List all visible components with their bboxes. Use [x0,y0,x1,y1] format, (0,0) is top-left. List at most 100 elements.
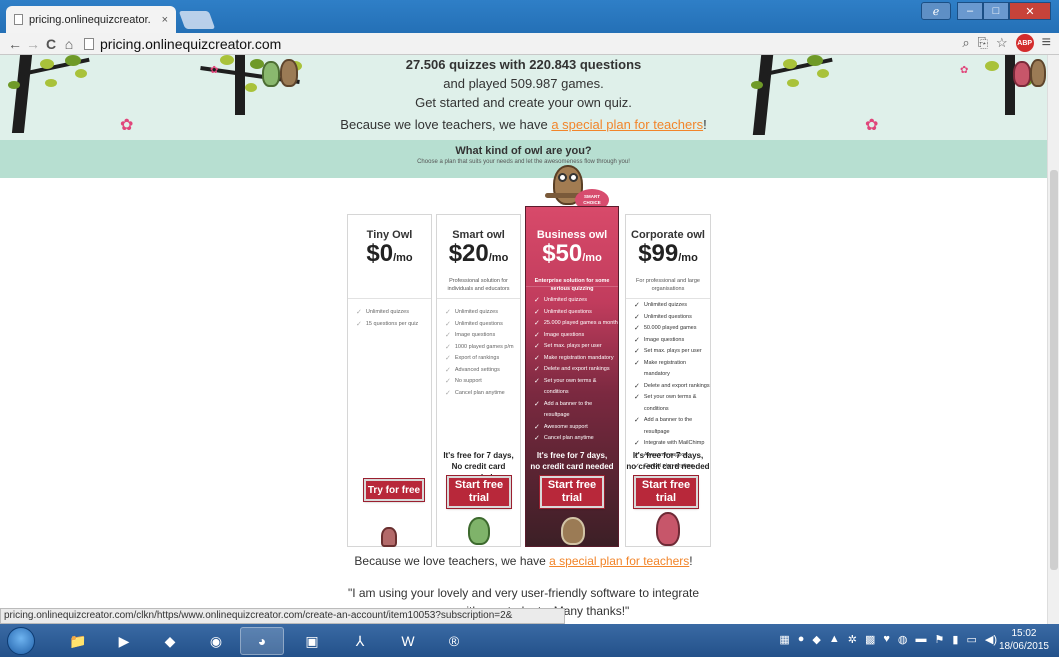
chrome-icon[interactable]: ◕ [240,627,284,655]
network-icon[interactable]: ▭ [966,633,976,646]
feature-item: ✓ Unlimited questions [445,320,503,328]
home-icon[interactable]: ⌂ [60,36,78,52]
pdf-reader-icon[interactable]: ⅄ [338,627,382,655]
address-bar[interactable]: pricing.onlinequizcreator.com [84,36,281,52]
windows-taskbar: 📁 ▶ ◆ ◉ ◕ ▣ ⅄ W ® ▦ ● ◆ ▲ ✲ ▩ ♥ ◍ ▬ ⚑ ▮ … [0,624,1059,657]
volume-icon[interactable]: ◀) [985,633,997,646]
dropbox-icon[interactable]: ◆ [148,627,192,655]
owl-question-subtitle: Choose a plan that suits your needs and … [417,159,630,165]
special-plan-link[interactable]: a special plan for teachers [549,554,689,568]
tray-icon[interactable]: ● [798,633,805,646]
scrollbar-thumb[interactable] [1050,170,1058,570]
start-free-trial-button[interactable]: Start free trial [446,475,512,509]
file-explorer-icon[interactable]: 📁 [56,627,100,655]
tray-icon[interactable]: ♥ [883,633,890,646]
browser-tab[interactable]: pricing.onlinequizcreator. × [6,6,176,33]
reload-icon[interactable]: C [42,36,60,52]
tray-icon[interactable]: ✲ [848,633,857,646]
tray-icon[interactable]: ◍ [898,633,908,646]
hero-line-1: 27.506 quizzes with 220.843 questions [405,57,642,72]
tray-icon[interactable]: ◆ [812,633,820,646]
feature-item: ✓ Set max. plays per user [634,348,702,355]
plan-header: Tiny Owl $0/mo [348,215,431,299]
feature-item: ✓ Make registration mandatory [634,359,687,378]
toolbar-actions: ⌕ ⎘ ☆ ABP ≡ [962,34,1051,52]
adblock-icon[interactable]: ABP [1015,34,1034,52]
feature-item: ✓ Unlimited questions [634,313,692,321]
quote-line-1: "I am using your lovely and very user-fr… [347,586,700,600]
new-tab-button[interactable] [178,11,216,29]
tray-icon[interactable]: ▮ [952,633,958,646]
feature-item: ✓ Export of rankings [445,355,500,362]
plan-card-smart: Smart owl $20/mo Professional solution f… [436,214,521,547]
feature-item: ✓ 50.000 played games [634,325,697,332]
feature-item: ✓ Image questions [534,331,585,339]
browser-title-bar: pricing.onlinequizcreator. × ℯ – □ ✕ [0,0,1059,33]
special-plan-link[interactable]: a special plan for teachers [551,117,703,132]
plan-card-corporate: Corporate owl $99/mo For professional an… [625,214,711,547]
owl-question-title: What kind of owl are you? [455,145,592,157]
feature-item: ✓ Advanced settings [445,366,500,374]
plan-price: $20/mo [448,240,509,267]
vertical-scrollbar[interactable] [1047,55,1059,624]
tray-icon[interactable]: ▦ [779,633,789,646]
feature-item: ✓ Add a banner to the resultpage [634,417,693,435]
feature-item: ✓ Delete and export rankings [534,366,610,373]
feature-item: ✓ Add a banner to the resultpage [534,400,593,419]
feature-item: ✓ Set your own terms & conditions [534,377,597,396]
browser-alt-icon[interactable]: ◉ [194,627,238,655]
clock-date: 18/06/2015 [998,641,1049,652]
presentation-app-icon[interactable]: ▣ [290,627,334,655]
owl-icon-smart [468,517,490,545]
feature-list: ✓ Unlimited quizzes ✓ Unlimited questions … [437,299,520,399]
app-r-icon[interactable]: ® [432,627,476,655]
tab-title: pricing.onlinequizcreator. [29,13,151,26]
feature-list: ✓ Unlimited quizzes ✓ 15 questions per qui… [348,299,431,330]
hero-line-2: and played 509.987 games. [443,76,604,91]
feature-item: ✓ Cancel plan anytime [534,435,594,442]
feature-item: ✓ 25.000 played games a month [534,320,618,327]
back-icon[interactable]: ← [6,36,24,52]
maximize-button[interactable]: □ [983,2,1009,20]
feature-item: ✓ 15 questions per quiz [356,319,431,331]
translate-icon[interactable]: ⎘ [978,35,988,51]
link-status-bar: pricing.onlinequizcreator.com/clkn/https… [0,608,565,624]
plan-header: Corporate owl $99/mo For professional an… [626,215,710,299]
page-viewport: ✿ ✿ ✿ ✿ 27.506 quizzes with 220.843 ques… [0,55,1047,624]
menu-icon[interactable]: ≡ [1042,34,1051,52]
plan-description: Professional solution for individuals an… [447,278,510,292]
feature-item: ✓ Set max. plays per user [534,343,602,350]
media-player-icon[interactable]: ▶ [102,627,146,655]
word-icon[interactable]: W [386,627,430,655]
free-trial-note: It's free for 7 days, no credit card need… [626,451,710,471]
tray-icon[interactable]: ▩ [865,633,875,646]
tray-icon[interactable]: ▬ [916,633,927,646]
tray-icon[interactable]: ▲ [829,633,840,646]
teachers-suffix: ! [703,117,707,132]
window-controls: ℯ – □ ✕ [921,2,1051,20]
owl-icon-corporate [656,512,680,546]
plan-price: $99/mo [638,240,698,267]
try-for-free-button[interactable]: Try for free [363,478,425,502]
teachers-banner: Because we love teachers, we have a spec… [0,115,1047,134]
start-free-trial-button[interactable]: Start free trial [539,475,605,509]
feature-item: ✓ Image questions [445,332,496,339]
teachers-text: Because we love teachers, we have [340,117,552,132]
system-clock[interactable]: 15:02 18/06/2015 [999,627,1049,653]
minimize-button[interactable]: – [957,2,983,20]
feature-item: ✓ Unlimited quizzes [534,297,587,304]
zoom-icon[interactable]: ⌕ [962,35,969,51]
bookmark-star-icon[interactable]: ☆ [996,35,1008,51]
tab-close-icon[interactable]: × [162,14,168,26]
flag-icon[interactable]: ⚑ [935,633,945,646]
feature-item: ✓ Cancel plan anytime [445,389,505,397]
close-window-button[interactable]: ✕ [1009,2,1051,20]
page-icon [84,37,94,50]
start-button[interactable] [7,627,35,655]
user-profile-button[interactable]: ℯ [921,2,951,20]
plan-description: For professional and large organisations [636,278,700,292]
start-free-trial-button[interactable]: Start free trial [633,475,699,509]
forward-icon[interactable]: → [24,36,42,52]
hero-stats: 27.506 quizzes with 220.843 questions an… [0,55,1047,112]
free-trial-note: It's free for 7 days, no credit card need… [530,451,614,471]
